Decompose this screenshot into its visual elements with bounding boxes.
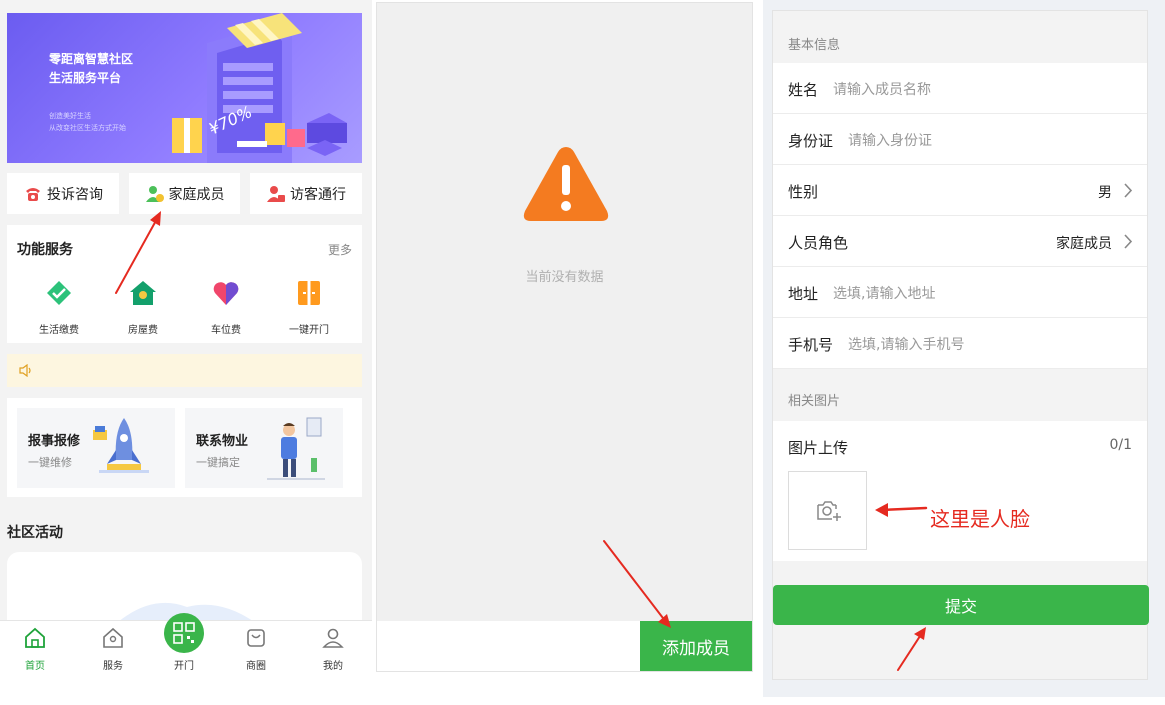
family-members-screen: 当前没有数据 添加成员 xyxy=(376,2,753,672)
gender-value: 男 xyxy=(1098,185,1112,201)
function-services-panel: 功能服务 更多 生活缴费 房屋费 车位费 一键开门 xyxy=(7,225,362,343)
address-input[interactable]: 选填,请输入地址 xyxy=(833,283,935,303)
chevron-right-icon xyxy=(1124,183,1133,198)
tab-open-door-label: 开门 xyxy=(174,661,194,672)
photo-upload-count: 0/1 xyxy=(1109,437,1132,453)
quick-complaint-button[interactable]: 投诉咨询 xyxy=(7,173,119,214)
tab-home[interactable]: 首页 xyxy=(5,627,65,672)
members-bottom-bar: 添加成员 xyxy=(377,621,752,671)
promo-banner[interactable]: 零距离智慧社区 生活服务平台 创造美好生活 从改变社区生活方式开始 ¥70% xyxy=(7,13,362,163)
photo-upload-label: 图片上传 xyxy=(788,439,849,457)
photo-upload-panel: 图片上传 0/1 xyxy=(773,421,1147,561)
quick-family-member-label: 家庭成员 xyxy=(168,186,225,203)
annotation-face-note: 这里是人脸 xyxy=(930,507,1030,531)
contact-property-subtitle: 一键搞定 xyxy=(196,456,240,469)
services-title: 功能服务 xyxy=(17,242,73,258)
open-door-fab[interactable] xyxy=(164,613,204,653)
tab-mine[interactable]: 我的 xyxy=(303,627,363,672)
role-value: 家庭成员 xyxy=(1056,236,1112,252)
warning-triangle-icon xyxy=(523,147,609,221)
tab-home-label: 首页 xyxy=(25,661,45,672)
bottom-tab-bar: 首页 服务 开门 商圈 我的 xyxy=(0,613,372,672)
section-related-photos: 相关图片 xyxy=(788,394,841,409)
add-member-button[interactable]: 添加成员 xyxy=(640,621,752,671)
service-house-fee-label: 房屋费 xyxy=(128,325,158,336)
tab-service-label: 服务 xyxy=(103,661,123,672)
name-input[interactable]: 请输入成员名称 xyxy=(833,79,931,99)
field-phone[interactable]: 手机号 选填,请输入手机号 xyxy=(773,318,1147,369)
house-icon xyxy=(130,281,156,305)
quick-family-member-button[interactable]: 家庭成员 xyxy=(129,173,240,214)
shop-building-illustration: ¥70% xyxy=(172,13,347,163)
service-parking-fee-label: 车位费 xyxy=(211,325,241,336)
payment-icon xyxy=(47,281,71,305)
service-living-payment-label: 生活缴费 xyxy=(39,325,79,336)
banner-sub-line2: 从改变社区生活方式开始 xyxy=(49,124,126,132)
photo-uploader[interactable] xyxy=(788,471,867,550)
field-name-label: 姓名 xyxy=(788,81,819,99)
banner-sub-line1: 创造美好生活 xyxy=(49,112,91,120)
tab-shopping-label: 商圈 xyxy=(246,661,266,672)
service-parking-fee[interactable]: 车位费 xyxy=(191,279,261,336)
field-gender-label: 性别 xyxy=(788,183,819,201)
field-id-card-label: 身份证 xyxy=(788,132,834,150)
tab-shopping[interactable]: 商圈 xyxy=(226,627,286,672)
notice-bar[interactable] xyxy=(7,354,362,387)
banner-title-line1: 零距离智慧社区 xyxy=(49,52,134,66)
service-house-fee[interactable]: 房屋费 xyxy=(108,279,178,336)
banner-title-line2: 生活服务平台 xyxy=(49,71,122,85)
field-role[interactable]: 人员角色 家庭成员 xyxy=(773,216,1147,267)
user-icon xyxy=(322,628,344,648)
telephone-icon xyxy=(26,187,40,201)
field-phone-label: 手机号 xyxy=(788,336,834,354)
services-more-link[interactable]: 更多 xyxy=(328,241,352,258)
quick-visitor-label: 访客通行 xyxy=(290,186,346,203)
field-address[interactable]: 地址 选填,请输入地址 xyxy=(773,267,1147,318)
field-name[interactable]: 姓名 请输入成员名称 xyxy=(773,63,1147,114)
tab-service[interactable]: 服务 xyxy=(83,627,143,672)
service-one-key-open[interactable]: 一键开门 xyxy=(274,279,344,336)
home-icon xyxy=(25,627,45,648)
shortcut-cards-panel: 报事报修 一键维修 联系物业 一键搞定 xyxy=(7,398,362,497)
quick-visitor-button[interactable]: 访客通行 xyxy=(250,173,362,214)
report-repair-title: 报事报修 xyxy=(28,434,81,449)
quick-complaint-label: 投诉咨询 xyxy=(47,186,103,203)
empty-state-text: 当前没有数据 xyxy=(525,270,604,285)
field-role-label: 人员角色 xyxy=(788,234,849,252)
parking-heart-icon xyxy=(213,282,239,305)
service-living-payment[interactable]: 生活缴费 xyxy=(24,279,94,336)
submit-button[interactable]: 提交 xyxy=(773,585,1149,625)
service-one-key-open-label: 一键开门 xyxy=(289,325,329,336)
visitor-icon xyxy=(267,185,285,202)
report-repair-card[interactable]: 报事报修 一键维修 xyxy=(17,408,175,488)
tab-mine-label: 我的 xyxy=(323,661,343,672)
add-member-form-screen: 基本信息 姓名 请输入成员名称 身份证 请输入身份证 性别 男 人员角色 家庭成… xyxy=(772,10,1149,680)
tab-open-door[interactable]: 开门 xyxy=(154,613,214,672)
community-activity-title: 社区活动 xyxy=(7,525,63,541)
field-address-label: 地址 xyxy=(788,285,819,303)
speaker-icon xyxy=(19,364,31,377)
staff-illustration xyxy=(267,417,325,480)
camera-plus-icon xyxy=(817,501,841,521)
report-repair-subtitle: 一键维修 xyxy=(28,456,72,469)
phone-input[interactable]: 选填,请输入手机号 xyxy=(848,334,964,354)
family-member-icon xyxy=(145,185,164,202)
home-screen: 零距离智慧社区 生活服务平台 创造美好生活 从改变社区生活方式开始 ¥70% 投… xyxy=(0,0,372,672)
field-id-card[interactable]: 身份证 请输入身份证 xyxy=(773,114,1147,165)
qr-code-icon xyxy=(173,622,195,644)
chevron-right-icon xyxy=(1124,234,1133,249)
shop-bag-icon xyxy=(247,629,265,647)
contact-property-title: 联系物业 xyxy=(196,434,249,449)
field-gender[interactable]: 性别 男 xyxy=(773,165,1147,216)
rocket-illustration xyxy=(93,418,149,473)
section-basic-info: 基本信息 xyxy=(788,38,841,53)
id-card-input[interactable]: 请输入身份证 xyxy=(848,130,932,150)
service-house-icon xyxy=(103,627,123,648)
door-icon xyxy=(298,281,320,305)
contact-property-card[interactable]: 联系物业 一键搞定 xyxy=(185,408,343,488)
